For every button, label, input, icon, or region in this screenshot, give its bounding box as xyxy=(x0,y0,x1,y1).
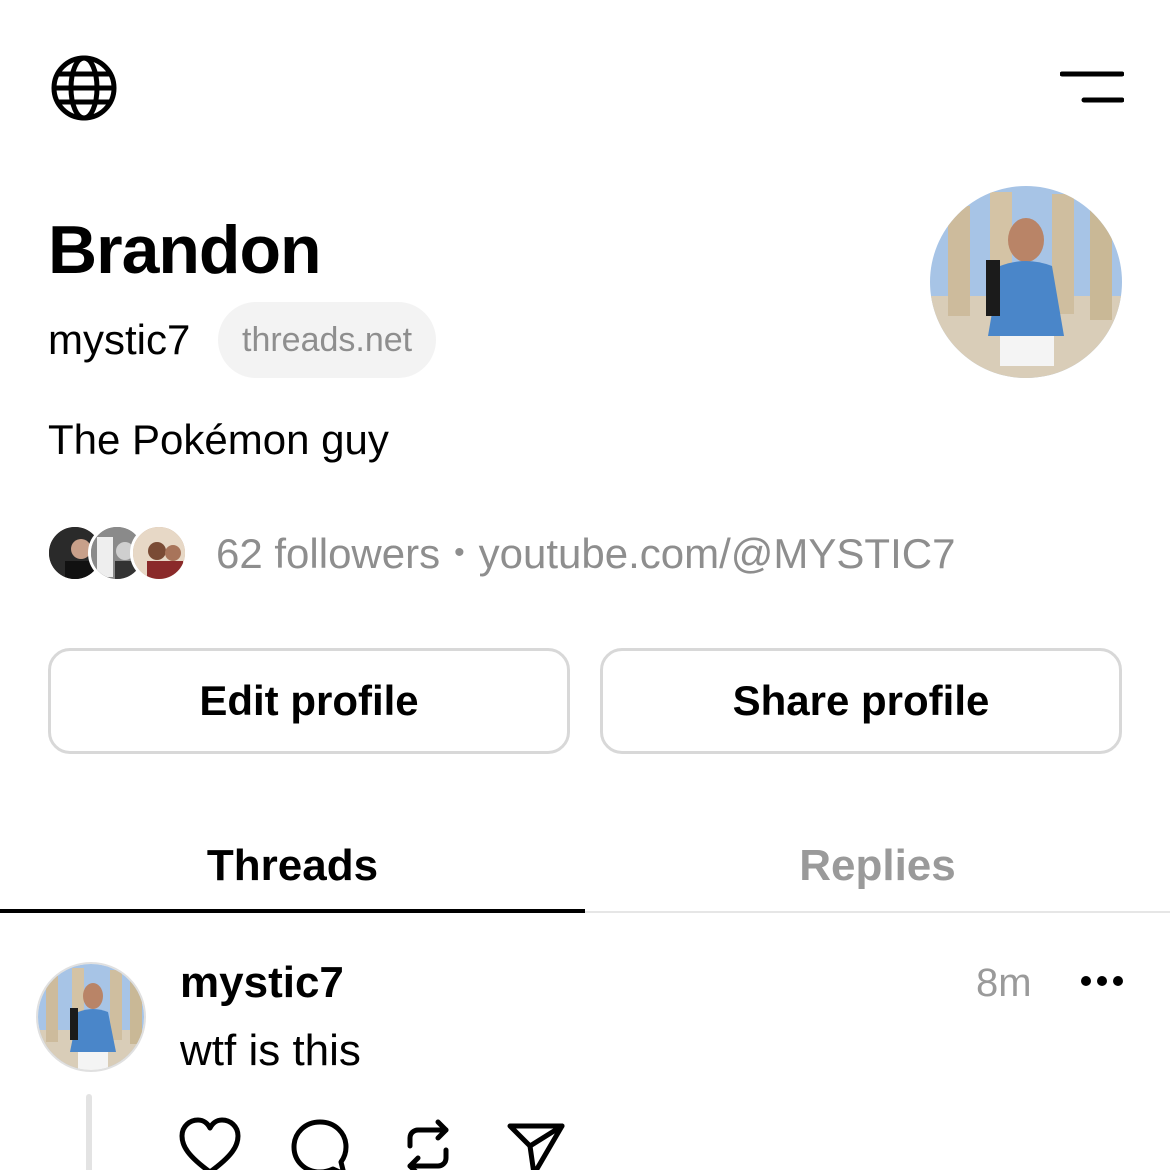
post-username[interactable]: mystic7 xyxy=(180,956,344,1010)
followers-count[interactable]: 62 followers xyxy=(216,530,440,577)
repost-icon[interactable] xyxy=(396,1116,460,1170)
follower-avatars[interactable] xyxy=(46,524,192,584)
post-timestamp: 8m xyxy=(976,961,1032,1005)
heart-icon[interactable] xyxy=(178,1116,242,1170)
menu-icon[interactable] xyxy=(1060,68,1124,108)
bio: The Pokémon guy xyxy=(48,416,389,463)
edit-profile-button[interactable]: Edit profile xyxy=(48,648,570,754)
display-name: Brandon xyxy=(48,212,322,288)
username: mystic7 xyxy=(48,316,191,363)
globe-icon[interactable] xyxy=(48,52,120,124)
more-options-icon[interactable] xyxy=(1078,966,1126,996)
followers-row: 62 followers • youtube.com/@MYSTIC7 xyxy=(216,528,955,585)
active-tab-indicator xyxy=(0,909,585,913)
comment-icon[interactable] xyxy=(288,1116,352,1170)
share-profile-button[interactable]: Share profile xyxy=(600,648,1122,754)
post-text: wtf is this xyxy=(180,1026,361,1075)
separator: • xyxy=(454,536,465,569)
domain-chip[interactable]: threads.net xyxy=(218,302,437,378)
profile-link[interactable]: youtube.com/@MYSTIC7 xyxy=(479,530,956,577)
follower-avatar xyxy=(130,524,188,582)
send-icon[interactable] xyxy=(504,1116,568,1170)
tab-replies[interactable]: Replies xyxy=(585,820,1170,912)
post-avatar[interactable] xyxy=(36,962,146,1072)
thread-line xyxy=(86,1094,92,1170)
profile-avatar[interactable] xyxy=(930,186,1122,378)
tab-threads[interactable]: Threads xyxy=(0,820,585,912)
